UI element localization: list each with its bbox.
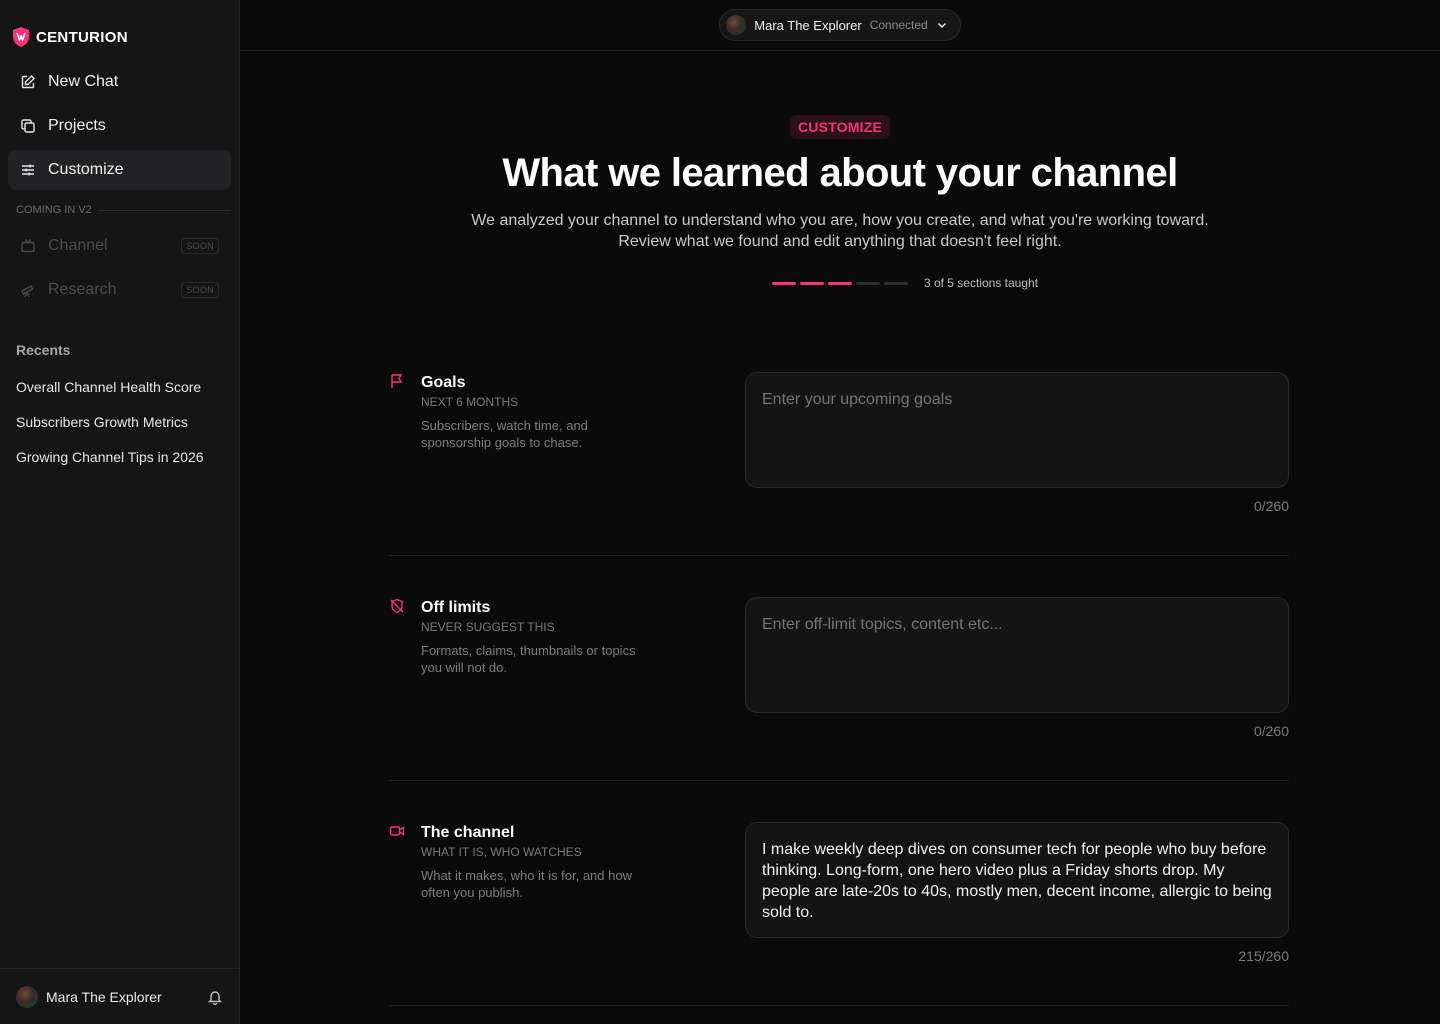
progress-segment — [883, 281, 908, 285]
sidebar-item-new-chat[interactable]: New Chat — [8, 62, 231, 102]
coming-soon-label: COMING IN V2 — [0, 194, 239, 216]
main-content: Mara The Explorer Connected CUSTOMIZE Wh… — [240, 0, 1440, 1024]
section-kicker: NEXT 6 MONTHS — [421, 395, 519, 409]
video-icon — [389, 826, 405, 836]
recent-item[interactable]: Subscribers Growth Metrics — [0, 405, 239, 440]
shield-off-icon — [390, 598, 404, 614]
sidebar-nav: New Chat Projects Customize — [0, 56, 239, 190]
sidebar-item-label: Research — [48, 281, 117, 298]
section-title: Goals — [421, 374, 466, 391]
avatar[interactable] — [16, 985, 38, 1008]
channel-name: Mara The Explorer — [754, 17, 862, 33]
bell-icon[interactable] — [207, 989, 223, 1005]
telescope-icon — [21, 285, 34, 298]
app-root: CENTURION New Chat Projects Customize CO… — [0, 0, 1440, 1024]
progress-indicator: 3 of 5 sections taught — [240, 276, 1440, 290]
section-input-area: 0/260 — [745, 372, 1289, 514]
section-channel: The channel WHAT IT IS, WHO WATCHES What… — [389, 822, 1289, 964]
user-name[interactable]: Mara The Explorer — [46, 989, 199, 1005]
sidebar-item-channel: Channel SOON — [8, 226, 231, 266]
divider — [97, 209, 231, 211]
page-title: What we learned about your channel — [502, 151, 1178, 195]
soon-badge: SOON — [181, 238, 219, 254]
section-off-limits: Off limits NEVER SUGGEST THIS Formats, c… — [389, 597, 1289, 739]
copy-icon — [21, 119, 35, 133]
section-info: Off limits NEVER SUGGEST THIS Formats, c… — [389, 597, 745, 739]
sidebar-item-label: New Chat — [48, 73, 119, 90]
topbar: Mara The Explorer Connected — [240, 0, 1440, 51]
sidebar-item-research: Research SOON — [8, 270, 231, 310]
sidebar-item-customize[interactable]: Customize — [8, 150, 231, 190]
section-input-area: 0/260 — [745, 597, 1289, 739]
section-kicker: NEVER SUGGEST THIS — [421, 620, 555, 634]
sidebar-item-label: Channel — [48, 237, 108, 254]
section-divider — [389, 780, 1289, 781]
customize-badge: CUSTOMIZE — [790, 115, 890, 139]
sliders-icon — [22, 164, 34, 176]
section-description: Subscribers, watch time, and sponsorship… — [421, 418, 588, 450]
section-info: Goals NEXT 6 MONTHS Subscribers, watch t… — [389, 372, 745, 514]
recent-item[interactable]: Overall Channel Health Score — [0, 370, 239, 405]
sidebar-nav-coming: Channel SOON Research SOON — [0, 216, 239, 310]
off-limits-input[interactable] — [745, 597, 1289, 713]
tv-icon — [21, 239, 35, 253]
sidebar-footer: Mara The Explorer — [0, 968, 239, 1024]
chevron-down-icon — [937, 22, 946, 29]
section-description: Formats, claims, thumbnails or topics yo… — [421, 643, 636, 675]
section-kicker: WHAT IT IS, WHO WATCHES — [421, 845, 582, 859]
channel-description-input[interactable]: I make weekly deep dives on consumer tec… — [745, 822, 1289, 938]
section-info: The channel WHAT IT IS, WHO WATCHES What… — [389, 822, 745, 964]
edit-icon — [21, 75, 35, 89]
progress-segment — [799, 281, 824, 285]
section-description: What it makes, who it is for, and how of… — [421, 868, 632, 900]
recents-title: Recents — [16, 342, 71, 358]
section-title: The channel — [421, 824, 515, 841]
section-input-area: I make weekly deep dives on consumer tec… — [745, 822, 1289, 964]
recents-list: Overall Channel Health Score Subscribers… — [0, 370, 239, 475]
channel-avatar — [726, 15, 747, 35]
recent-item[interactable]: Growing Channel Tips in 2026 — [0, 440, 239, 475]
progress-segment — [771, 281, 796, 285]
sidebar: CENTURION New Chat Projects Customize CO… — [0, 0, 240, 1024]
connection-status: Connected — [869, 18, 928, 32]
channel-switcher[interactable]: Mara The Explorer Connected — [719, 9, 961, 41]
progress-label: 3 of 5 sections taught — [923, 276, 1039, 290]
progress-segment — [855, 281, 880, 285]
char-counter: 0/260 — [1253, 498, 1289, 514]
brand[interactable]: CENTURION — [0, 0, 239, 56]
soon-badge: SOON — [181, 282, 219, 298]
sections-list: Goals NEXT 6 MONTHS Subscribers, watch t… — [389, 372, 1289, 1024]
section-divider — [389, 1005, 1289, 1006]
section-divider — [389, 555, 1289, 556]
brand-name: CENTURION — [36, 28, 128, 46]
goals-input[interactable] — [745, 372, 1289, 488]
progress-segments — [771, 281, 908, 285]
page-subtitle: We analyzed your channel to understand w… — [471, 212, 1209, 250]
progress-segment — [827, 281, 852, 285]
section-goals: Goals NEXT 6 MONTHS Subscribers, watch t… — [389, 372, 1289, 514]
section-title: Off limits — [421, 599, 491, 616]
sidebar-item-label: Customize — [48, 161, 124, 178]
char-counter: 0/260 — [1253, 723, 1289, 739]
flag-icon — [391, 374, 403, 388]
hero: CUSTOMIZE What we learned about your cha… — [240, 51, 1440, 290]
sidebar-item-label: Projects — [48, 117, 106, 134]
char-counter: 215/260 — [1238, 948, 1289, 964]
centurion-logo-icon — [13, 27, 29, 47]
sidebar-item-projects[interactable]: Projects — [8, 106, 231, 146]
